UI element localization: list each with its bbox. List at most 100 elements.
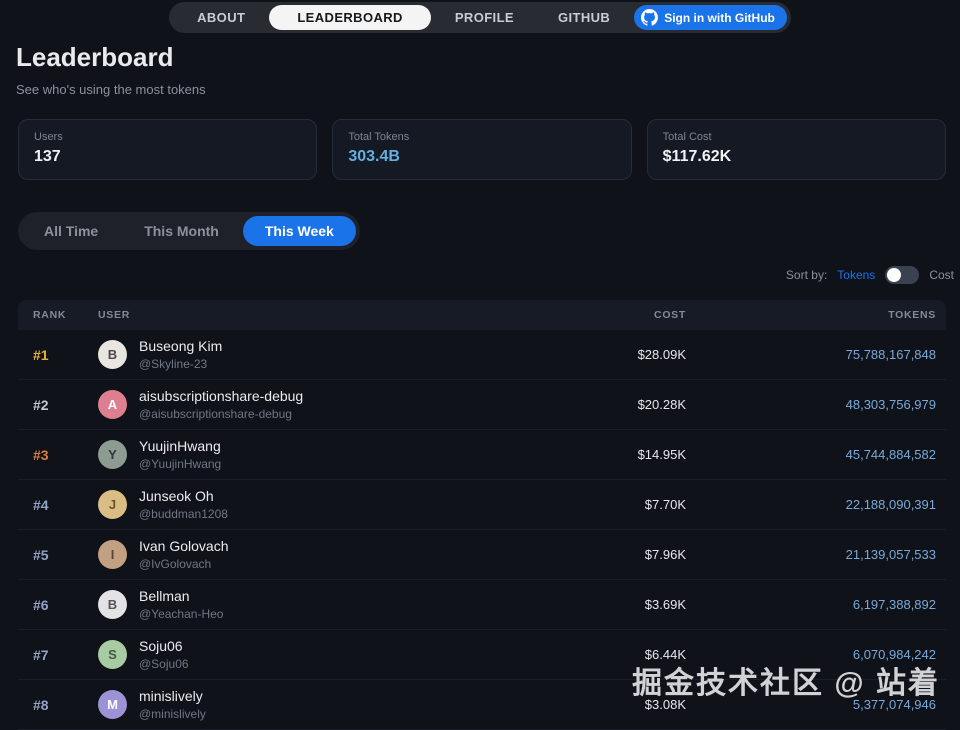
user-name: Junseok Oh xyxy=(139,488,228,504)
user-handle: @Soju06 xyxy=(139,657,189,671)
table-row[interactable]: #3 Y YuujinHwang @YuujinHwang $14.95K 45… xyxy=(18,430,946,480)
sign-in-label: Sign in with GitHub xyxy=(664,11,775,25)
avatar: B xyxy=(98,590,127,619)
cost-cell: $3.08K xyxy=(506,697,686,712)
user-cell: M minislively @minislively xyxy=(98,688,506,721)
cost-cell: $14.95K xyxy=(506,447,686,462)
avatar: B xyxy=(98,340,127,369)
tokens-cell: 21,139,057,533 xyxy=(686,547,946,562)
tokens-cell: 45,744,884,582 xyxy=(686,447,946,462)
stats-row: Users 137 Total Tokens 303.4B Total Cost… xyxy=(18,119,946,180)
user-cell: B Bellman @Yeachan-Heo xyxy=(98,588,506,621)
column-header-cost: COST xyxy=(506,309,686,321)
tokens-cell: 75,788,167,848 xyxy=(686,347,946,362)
user-cell: Y YuujinHwang @YuujinHwang xyxy=(98,438,506,471)
tab-all-time[interactable]: All Time xyxy=(22,216,120,246)
user-handle: @Skyline-23 xyxy=(139,357,222,371)
rank-cell: #5 xyxy=(18,547,98,563)
stat-card-total-tokens: Total Tokens 303.4B xyxy=(332,119,631,180)
user-name: Ivan Golovach xyxy=(139,538,229,554)
avatar: A xyxy=(98,390,127,419)
stat-value: 137 xyxy=(34,148,301,166)
nav-bar: ABOUT LEADERBOARD PROFILE GITHUB Sign in… xyxy=(169,2,791,33)
stat-label: Total Cost xyxy=(663,131,930,143)
top-nav: ABOUT LEADERBOARD PROFILE GITHUB Sign in… xyxy=(0,0,960,33)
table-row[interactable]: #1 B Buseong Kim @Skyline-23 $28.09K 75,… xyxy=(18,330,946,380)
tokens-cell: 6,197,388,892 xyxy=(686,597,946,612)
stat-label: Total Tokens xyxy=(348,131,615,143)
nav-item-leaderboard[interactable]: LEADERBOARD xyxy=(269,5,431,30)
github-sign-in-button[interactable]: Sign in with GitHub xyxy=(634,5,787,30)
rank-cell: #3 xyxy=(18,447,98,463)
sort-toggle[interactable] xyxy=(885,266,919,284)
user-cell: B Buseong Kim @Skyline-23 xyxy=(98,338,506,371)
user-handle: @buddman1208 xyxy=(139,507,228,521)
nav-item-profile[interactable]: PROFILE xyxy=(435,5,534,30)
table-row[interactable]: #5 I Ivan Golovach @IvGolovach $7.96K 21… xyxy=(18,530,946,580)
avatar: S xyxy=(98,640,127,669)
avatar: M xyxy=(98,690,127,719)
stat-card-total-cost: Total Cost $117.62K xyxy=(647,119,946,180)
column-header-tokens: TOKENS xyxy=(686,309,946,321)
cost-cell: $28.09K xyxy=(506,347,686,362)
time-filter-tabs: All Time This Month This Week xyxy=(18,212,360,250)
rank-cell: #7 xyxy=(18,647,98,663)
user-name: YuujinHwang xyxy=(139,438,221,454)
avatar: I xyxy=(98,540,127,569)
sort-option-tokens[interactable]: Tokens xyxy=(837,268,875,282)
table-header: RANK USER COST TOKENS xyxy=(18,300,946,330)
avatar: J xyxy=(98,490,127,519)
table-row[interactable]: #6 B Bellman @Yeachan-Heo $3.69K 6,197,3… xyxy=(18,580,946,630)
stat-value: $117.62K xyxy=(663,148,930,166)
tokens-cell: 5,377,074,946 xyxy=(686,697,946,712)
rank-cell: #4 xyxy=(18,497,98,513)
user-handle: @aisubscriptionshare-debug xyxy=(139,407,303,421)
cost-cell: $20.28K xyxy=(506,397,686,412)
nav-item-github[interactable]: GITHUB xyxy=(538,5,630,30)
user-name: Bellman xyxy=(139,588,223,604)
tab-this-week[interactable]: This Week xyxy=(243,216,356,246)
toggle-knob xyxy=(887,268,901,282)
sort-row: Sort by: Tokens Cost xyxy=(0,266,954,284)
column-header-rank: RANK xyxy=(18,309,98,321)
nav-item-about[interactable]: ABOUT xyxy=(177,5,265,30)
user-handle: @Yeachan-Heo xyxy=(139,607,223,621)
column-header-user: USER xyxy=(98,309,506,321)
user-name: minislively xyxy=(139,688,206,704)
cost-cell: $7.70K xyxy=(506,497,686,512)
user-name: Soju06 xyxy=(139,638,189,654)
rank-cell: #2 xyxy=(18,397,98,413)
cost-cell: $7.96K xyxy=(506,547,686,562)
cost-cell: $3.69K xyxy=(506,597,686,612)
user-handle: @minislively xyxy=(139,707,206,721)
tokens-cell: 48,303,756,979 xyxy=(686,397,946,412)
rank-cell: #1 xyxy=(18,347,98,363)
leaderboard-table: RANK USER COST TOKENS #1 B Buseong Kim @… xyxy=(18,300,946,730)
user-name: aisubscriptionshare-debug xyxy=(139,388,303,404)
stat-card-users: Users 137 xyxy=(18,119,317,180)
tokens-cell: 6,070,984,242 xyxy=(686,647,946,662)
user-cell: S Soju06 @Soju06 xyxy=(98,638,506,671)
table-row[interactable]: #8 M minislively @minislively $3.08K 5,3… xyxy=(18,680,946,730)
avatar: Y xyxy=(98,440,127,469)
tab-this-month[interactable]: This Month xyxy=(122,216,241,246)
user-cell: A aisubscriptionshare-debug @aisubscript… xyxy=(98,388,506,421)
user-name: Buseong Kim xyxy=(139,338,222,354)
user-handle: @IvGolovach xyxy=(139,557,229,571)
rank-cell: #8 xyxy=(18,697,98,713)
cost-cell: $6.44K xyxy=(506,647,686,662)
tokens-cell: 22,188,090,391 xyxy=(686,497,946,512)
stat-label: Users xyxy=(34,131,301,143)
stat-value: 303.4B xyxy=(348,148,615,166)
github-icon xyxy=(641,9,658,26)
user-handle: @YuujinHwang xyxy=(139,457,221,471)
sort-option-cost[interactable]: Cost xyxy=(929,268,954,282)
user-cell: J Junseok Oh @buddman1208 xyxy=(98,488,506,521)
sort-by-label: Sort by: xyxy=(786,268,827,282)
table-row[interactable]: #2 A aisubscriptionshare-debug @aisubscr… xyxy=(18,380,946,430)
table-row[interactable]: #7 S Soju06 @Soju06 $6.44K 6,070,984,242 xyxy=(18,630,946,680)
table-row[interactable]: #4 J Junseok Oh @buddman1208 $7.70K 22,1… xyxy=(18,480,946,530)
page-subtitle: See who's using the most tokens xyxy=(16,82,960,97)
user-cell: I Ivan Golovach @IvGolovach xyxy=(98,538,506,571)
rank-cell: #6 xyxy=(18,597,98,613)
